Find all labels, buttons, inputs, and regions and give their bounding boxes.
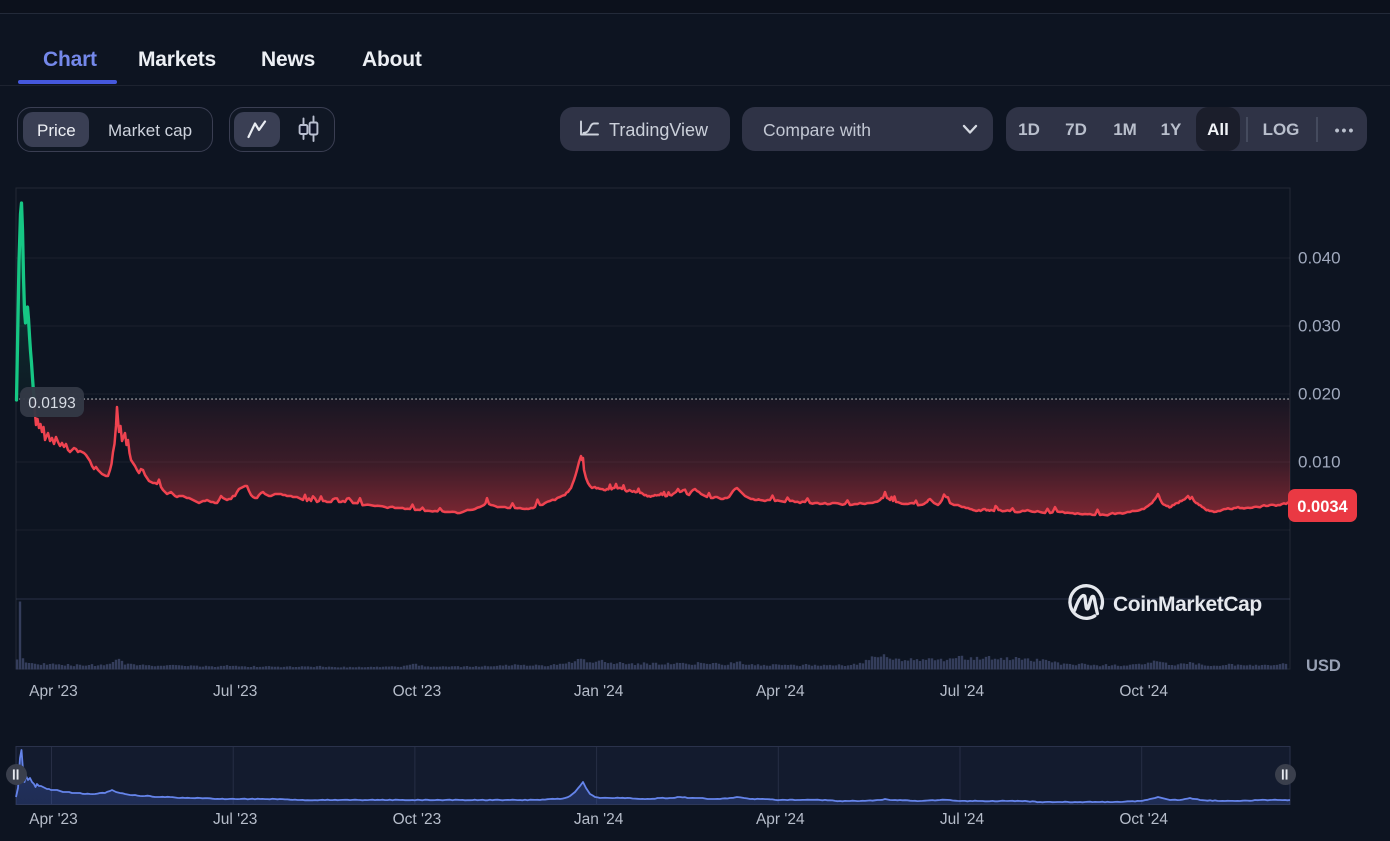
svg-text:Apr '24: Apr '24	[756, 811, 805, 828]
svg-text:Jan '24: Jan '24	[574, 811, 624, 828]
svg-text:Oct '24: Oct '24	[1119, 811, 1168, 828]
svg-text:Apr '23: Apr '23	[29, 683, 78, 700]
svg-text:Apr '24: Apr '24	[756, 683, 805, 700]
svg-text:Oct '24: Oct '24	[1119, 683, 1168, 700]
svg-text:Jul '24: Jul '24	[940, 811, 985, 828]
svg-text:Jan '24: Jan '24	[574, 683, 624, 700]
svg-text:Oct '23: Oct '23	[393, 683, 442, 700]
svg-text:CoinMarketCap: CoinMarketCap	[1113, 593, 1262, 616]
svg-text:0.0193: 0.0193	[28, 395, 75, 412]
svg-text:0.030: 0.030	[1298, 317, 1341, 336]
svg-text:Apr '23: Apr '23	[29, 811, 78, 828]
svg-text:0.040: 0.040	[1298, 249, 1341, 268]
svg-text:0.020: 0.020	[1298, 385, 1341, 404]
svg-text:Jul '23: Jul '23	[213, 683, 257, 700]
svg-text:Jul '24: Jul '24	[940, 683, 985, 700]
svg-text:Oct '23: Oct '23	[393, 811, 442, 828]
svg-text:Jul '23: Jul '23	[213, 811, 257, 828]
svg-text:0.0034: 0.0034	[1297, 498, 1348, 516]
svg-text:USD: USD	[1306, 657, 1341, 675]
svg-text:0.010: 0.010	[1298, 453, 1341, 472]
